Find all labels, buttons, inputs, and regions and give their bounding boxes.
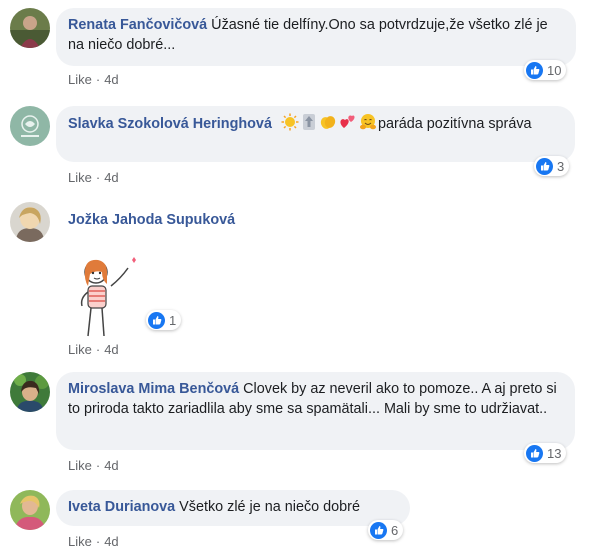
comment-bubble: Iveta Durianova Všetko zlé je na niečo do… [56,490,410,526]
separator: · [95,72,101,87]
clapping-hands-emoji [319,113,337,137]
hearts-emoji [339,113,357,137]
like-reaction-icon [526,61,543,79]
timestamp[interactable]: 4d [104,72,118,87]
reaction-count-badge[interactable]: 6 [368,520,404,540]
timestamp[interactable]: 4d [104,534,118,549]
comment-text: Všetko zlé je na niečo dobré [179,499,360,515]
like-button[interactable]: Like [68,458,92,473]
reaction-count-badge[interactable]: 13 [524,443,567,463]
hugging-face-emoji [359,113,377,137]
comment-actions: Like · 4d [68,458,119,473]
like-button[interactable]: Like [68,342,92,357]
timestamp[interactable]: 4d [104,170,118,185]
avatar-miroslava[interactable] [10,372,50,412]
reaction-count: 13 [547,445,562,461]
comment-bubble: Miroslava Mima Benčová Clovek by az never… [56,372,575,450]
author-name[interactable]: Slavka Szokolová Heringhová [68,116,272,132]
like-button[interactable]: Like [68,72,92,87]
avatar-iveta[interactable] [10,490,50,530]
author-name[interactable]: Renata Fančovičová [68,17,207,33]
like-reaction-icon [526,444,543,462]
comment-bubble: Renata Fančovičová Úžasné tie delfíny.Ono… [56,8,576,66]
reaction-count: 3 [557,158,565,174]
like-reaction-icon [370,521,387,539]
author-name[interactable]: Jožka Jahoda Supuková [68,212,235,228]
profile-photo-icon [10,202,50,242]
avatar-renata[interactable] [10,8,50,48]
comment-bubble: Slavka Szokolová Heringhová paráda pozit… [56,106,575,162]
timestamp[interactable]: 4d [104,342,118,357]
author-name[interactable]: Iveta Durianova [68,499,175,515]
up-arrow-emoji [301,113,317,137]
profile-photo-icon [10,372,50,412]
profile-photo-icon [10,106,50,146]
reaction-count: 1 [169,312,177,328]
separator: · [95,342,101,357]
separator: · [95,458,101,473]
sun-emoji [281,113,299,137]
like-reaction-icon [148,311,165,329]
girl-waving-sticker [66,250,146,345]
like-reaction-icon [536,157,553,175]
avatar-jozka[interactable] [10,202,50,242]
avatar-slavka[interactable] [10,106,50,146]
comment-actions: Like · 4d [68,170,119,185]
comment-actions: Like · 4d [68,342,119,357]
like-button[interactable]: Like [68,534,92,549]
author-name[interactable]: Miroslava Mima Benčová [68,381,239,397]
reaction-count-badge[interactable]: 10 [524,60,567,80]
separator: · [95,170,101,185]
comment-text: paráda pozitívna správa [377,116,532,132]
separator: · [95,534,101,549]
reaction-count-badge[interactable]: 1 [146,310,182,330]
like-button[interactable]: Like [68,170,92,185]
timestamp[interactable]: 4d [104,458,118,473]
reaction-count-badge[interactable]: 3 [534,156,570,176]
reaction-count: 10 [547,62,562,78]
reaction-count: 6 [391,522,399,538]
comment-actions: Like · 4d [68,72,119,87]
profile-photo-icon [10,490,50,530]
profile-photo-icon [10,8,50,48]
comment-actions: Like · 4d [68,534,119,549]
